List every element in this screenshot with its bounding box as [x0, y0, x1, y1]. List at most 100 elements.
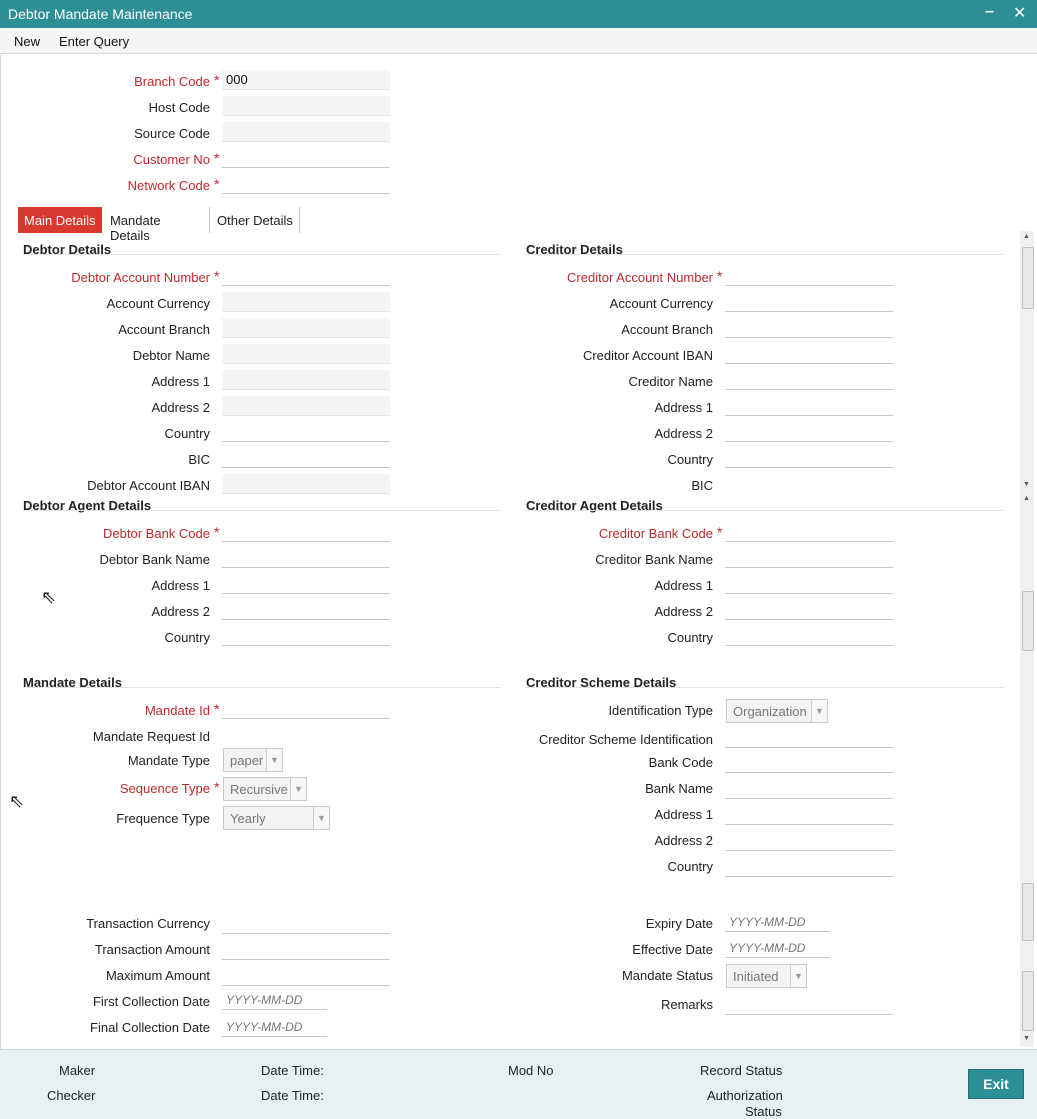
creditor-bank-name-field[interactable]	[725, 548, 893, 568]
close-icon[interactable]: ✕	[1013, 3, 1026, 23]
effective-date-label: Effective Date	[632, 942, 713, 957]
minimize-icon[interactable]: –	[985, 3, 994, 21]
scheme-bank-code-label: Bank Code	[648, 755, 713, 770]
network-code-field[interactable]	[222, 174, 390, 194]
scheme-bank-name-field[interactable]	[725, 779, 893, 799]
branch-code-field[interactable]	[222, 70, 390, 90]
debtor-bank-name-field[interactable]	[222, 548, 390, 568]
debtor-agent-country-label: Country	[164, 630, 210, 645]
scheme-country-field[interactable]	[725, 857, 893, 877]
record-status-label: Record Status	[700, 1063, 783, 1078]
creditor-name-field[interactable]	[725, 370, 893, 390]
scroll-up-icon[interactable]: ▲	[1023, 233, 1030, 240]
debtor-iban-field[interactable]	[222, 474, 390, 494]
creditor-country-field[interactable]	[725, 448, 893, 468]
transaction-amount-field[interactable]	[222, 940, 390, 960]
debtor-account-currency-field[interactable]	[222, 292, 390, 312]
checker-label: Checker	[47, 1088, 96, 1103]
section-divider	[23, 254, 501, 255]
scheme-bank-code-field[interactable]	[725, 753, 893, 773]
expiry-date-field[interactable]	[725, 912, 830, 932]
creditor-agent-address2-field[interactable]	[725, 600, 893, 620]
creditor-agent-country-field[interactable]	[725, 626, 893, 646]
required-marker: *	[214, 268, 220, 284]
transaction-amount-label: Transaction Amount	[94, 942, 210, 957]
scroll-down-icon[interactable]: ▼	[1023, 481, 1030, 488]
creditor-bic-label: BIC	[691, 478, 713, 493]
exit-button[interactable]: Exit	[968, 1069, 1024, 1099]
debtor-account-number-field[interactable]	[222, 266, 390, 286]
debtor-agent-country-field[interactable]	[222, 626, 390, 646]
creditor-account-number-field[interactable]	[725, 266, 893, 286]
debtor-account-branch-field[interactable]	[222, 318, 390, 338]
form-scrollbar[interactable]: ▲ ▼	[1020, 493, 1034, 1047]
final-collection-date-field[interactable]	[222, 1017, 327, 1037]
creditor-account-branch-field[interactable]	[725, 318, 893, 338]
tab-mandate-details[interactable]: Mandate Details	[104, 207, 210, 243]
new-menu-item[interactable]: New	[14, 34, 40, 49]
remarks-label: Remarks	[660, 997, 713, 1012]
scroll-thumb-secondary[interactable]	[1022, 883, 1034, 941]
chevron-down-icon: ▼	[290, 778, 306, 800]
scroll-up-icon[interactable]: ▲	[1023, 495, 1030, 502]
details-scrollbar[interactable]: ▲ ▼	[1020, 231, 1034, 493]
customer-no-field[interactable]	[222, 148, 390, 168]
debtor-agent-address2-field[interactable]	[222, 600, 390, 620]
mandate-type-select[interactable]: paper ▼	[223, 748, 283, 772]
sequence-type-select[interactable]: Recursive ▼	[223, 777, 307, 801]
creditor-address2-field[interactable]	[725, 422, 893, 442]
source-code-field[interactable]	[222, 122, 390, 142]
transaction-currency-field[interactable]	[222, 914, 390, 934]
debtor-bank-code-field[interactable]	[222, 522, 390, 542]
first-collection-date-field[interactable]	[222, 990, 327, 1010]
remarks-field[interactable]	[725, 995, 893, 1015]
scroll-thumb-tertiary[interactable]	[1022, 971, 1034, 1031]
creditor-account-currency-field[interactable]	[725, 292, 893, 312]
window-title: Debtor Mandate Maintenance	[8, 6, 193, 22]
required-marker: *	[214, 176, 220, 192]
debtor-bank-code-label: Debtor Bank Code	[103, 526, 210, 541]
required-marker: *	[717, 524, 723, 540]
effective-date-field[interactable]	[725, 938, 830, 958]
scheme-address2-field[interactable]	[725, 831, 893, 851]
scheme-country-label: Country	[667, 859, 713, 874]
sequence-type-label: Sequence Type	[119, 781, 210, 796]
creditor-bank-code-field[interactable]	[725, 522, 893, 542]
creditor-address1-field[interactable]	[725, 396, 893, 416]
scheme-address1-label: Address 1	[654, 807, 713, 822]
debtor-agent-address1-field[interactable]	[222, 574, 390, 594]
host-code-field[interactable]	[222, 96, 390, 116]
enter-query-menu-item[interactable]: Enter Query	[59, 34, 129, 49]
section-divider	[526, 254, 1004, 255]
creditor-iban-label: Creditor Account IBAN	[582, 348, 713, 363]
required-marker: *	[214, 524, 220, 540]
debtor-name-field[interactable]	[222, 344, 390, 364]
frequence-type-select[interactable]: Yearly ▼	[223, 806, 330, 830]
authorization-status-label-line2: Status	[745, 1104, 782, 1119]
checker-date-time-label: Date Time:	[261, 1088, 324, 1103]
debtor-address1-field[interactable]	[222, 370, 390, 390]
creditor-name-label: Creditor Name	[628, 374, 713, 389]
debtor-bic-field[interactable]	[222, 448, 390, 468]
creditor-iban-field[interactable]	[725, 344, 893, 364]
mandate-status-select[interactable]: Initiated ▼	[726, 964, 807, 988]
debtor-country-field[interactable]	[222, 422, 390, 442]
scroll-down-icon[interactable]: ▼	[1023, 1035, 1030, 1042]
scheme-address1-field[interactable]	[725, 805, 893, 825]
creditor-scheme-id-field[interactable]	[725, 728, 893, 748]
debtor-address2-field[interactable]	[222, 396, 390, 416]
creditor-agent-address1-field[interactable]	[725, 574, 893, 594]
required-marker: *	[214, 150, 220, 166]
audit-footer: Maker Checker Date Time: Date Time: Mod …	[0, 1049, 1037, 1119]
tab-other-details[interactable]: Other Details	[211, 207, 300, 233]
scroll-thumb[interactable]	[1022, 247, 1034, 309]
identification-type-select[interactable]: Organization ▼	[726, 699, 828, 723]
tab-main-details[interactable]: Main Details	[18, 207, 102, 233]
creditor-address2-label: Address 2	[654, 426, 713, 441]
scroll-thumb[interactable]	[1022, 591, 1034, 651]
mandate-id-field[interactable]	[222, 699, 390, 719]
maximum-amount-field[interactable]	[222, 966, 390, 986]
expiry-date-label: Expiry Date	[645, 916, 713, 931]
creditor-account-branch-label: Account Branch	[621, 322, 713, 337]
mouse-pointer-icon: ⇖	[41, 587, 57, 607]
